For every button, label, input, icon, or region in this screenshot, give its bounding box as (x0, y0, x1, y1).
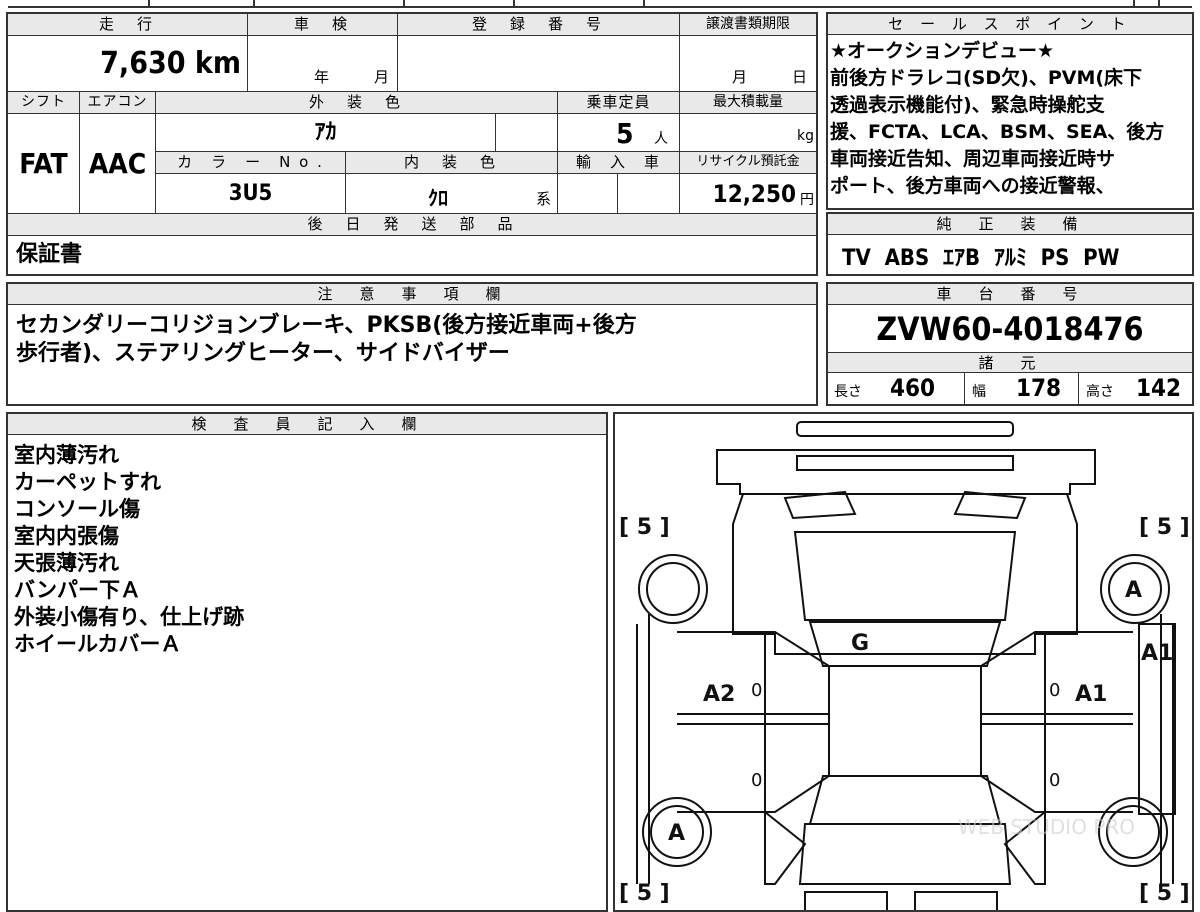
wheel-rear-left-grade: A (668, 821, 685, 846)
genuine-equipment-value: TV ABS ｴｱB ｱﾙﾐ PS PW (842, 246, 1120, 271)
interior-color-suffix: 系 (536, 190, 552, 208)
sales-point-line: 透過表示機能付)、緊急時操舵支 (830, 94, 1105, 116)
mileage-value: 7,630 km (8, 36, 248, 92)
sales-point-line: ポート、後方車両への接近警報、 (830, 175, 1115, 197)
exterior-color-value: ｱｶ (156, 114, 496, 152)
inspector-label: 検 査 員 記 入 欄 (8, 414, 606, 435)
mileage-label: 走 行 (8, 14, 248, 36)
width-label: 幅 (972, 384, 986, 400)
height-value: 142 (1136, 374, 1182, 402)
parts-value: 保証書 (16, 242, 83, 267)
inspector-line: 天張薄汚れ (14, 551, 119, 575)
inspection-value: 年 月 (248, 36, 398, 92)
recycle-label: リサイクル預託金 (680, 152, 816, 174)
genuine-equipment-box: 純 正 装 備 TV ABS ｴｱB ｱﾙﾐ PS PW (826, 212, 1194, 276)
notes-box: 注 意 事 項 欄 セカンダリーコリジョンブレーキ、PKSB(後方接近車両+後方… (6, 282, 818, 406)
exterior-color-extra (496, 114, 558, 152)
tire-label-front-right: [ 5 ] (1139, 515, 1190, 540)
color-no-value: 3U5 (156, 174, 346, 214)
inspector-line: カーペットすれ (14, 470, 161, 494)
exterior-color-label: 外 装 色 (156, 92, 558, 114)
import-value-a (558, 174, 618, 214)
transfer-value: 月 日 (680, 36, 816, 92)
chassis-number: ZVW60-4018476 (876, 310, 1144, 348)
inspection-label: 車 検 (248, 14, 398, 36)
capacity-unit: 人 (654, 131, 668, 147)
capacity-value: 5 (616, 117, 634, 150)
aircon-value: AAC (80, 114, 156, 214)
inspection-month-label: 月 (374, 68, 390, 86)
inspection-year-label: 年 (314, 68, 330, 86)
recycle-unit: 円 (800, 192, 814, 208)
inspector-line: 室内内張傷 (14, 524, 119, 548)
sales-point-line: 前後方ドラレコ(SD欠)、PVM(床下 (830, 67, 1143, 89)
sales-point-text: ★オークションデビュー★ 前後方ドラレコ(SD欠)、PVM(床下 透過表示機能付… (830, 38, 1192, 200)
max-load-value: kg (680, 114, 816, 152)
max-load-unit: kg (797, 128, 814, 144)
notes-label: 注 意 事 項 欄 (8, 284, 816, 305)
interior-color-label: 内 装 色 (346, 152, 558, 174)
tire-label-rear-left: [ 5 ] (619, 881, 670, 906)
interior-color-cell: ｸﾛ 系 (346, 174, 558, 214)
length-value: 460 (890, 374, 936, 402)
inspector-box: 検 査 員 記 入 欄 室内薄汚れ カーペットすれ コンソール傷 室内内張傷 天… (6, 412, 608, 912)
capacity-value-cell: 5 人 (558, 114, 680, 152)
sales-point-line: ★オークションデビュー★ (830, 40, 1055, 62)
top-strip (8, 0, 1192, 8)
recycle-value-cell: 12,250 円 (680, 174, 816, 214)
registration-label: 登 録 番 号 (398, 14, 680, 36)
wheel-front-right-grade: A (1125, 578, 1142, 603)
transfer-month-label: 月 (732, 68, 748, 86)
tire-label-front-left: [ 5 ] (619, 515, 670, 540)
aircon-label: エアコン (80, 92, 156, 114)
car-damage-diagram: WEB STUDIO PRO [ 5 ] [ 5 ] [ 5 ] [ 5 ] G… (619, 421, 1190, 910)
door-front-left-grade: A2 (703, 682, 735, 707)
vehicle-info-table: 走 行 車 検 登 録 番 号 譲渡書類期限 7,630 km 年 月 月 日 … (6, 12, 818, 276)
import-value-b (618, 174, 680, 214)
length-label: 長さ (834, 384, 862, 400)
genuine-equipment-label: 純 正 装 備 (828, 214, 1192, 235)
height-label: 高さ (1086, 384, 1114, 400)
recycle-fee: 12,250 (712, 180, 796, 208)
watermark: WEB STUDIO PRO (958, 815, 1135, 839)
sales-point-box: セ ー ル ス ポ イ ン ト ★オークションデビュー★ 前後方ドラレコ(SD欠… (826, 12, 1194, 210)
notes-text: セカンダリーコリジョンブレーキ、PKSB(後方接近車両+後方 歩行者)、ステアリ… (16, 312, 637, 368)
import-label: 輸 入 車 (558, 152, 680, 174)
door-front-right-grade: A1 (1075, 682, 1107, 707)
inspector-line: ホイールカバーＡ (14, 632, 182, 656)
inspector-notes: 室内薄汚れ カーペットすれ コンソール傷 室内内張傷 天張薄汚れ バンパー下Ａ … (14, 442, 244, 658)
registration-value (398, 36, 680, 92)
transfer-label: 譲渡書類期限 (680, 14, 816, 36)
specs-label: 諸 元 (828, 352, 1192, 373)
parts-label: 後 日 発 送 部 品 (8, 214, 816, 236)
interior-color-value: ｸﾛ (428, 186, 448, 210)
fender-right-grade: A1 (1141, 641, 1173, 666)
chassis-box: 車 台 番 号 ZVW60-4018476 諸 元 長さ 460 幅 178 高… (826, 282, 1194, 406)
car-diagram-box: WEB STUDIO PRO [ 5 ] [ 5 ] [ 5 ] [ 5 ] G… (613, 412, 1194, 912)
specs-row: 長さ 460 幅 178 高さ 142 (828, 373, 1192, 404)
sales-point-label: セ ー ル ス ポ イ ン ト (828, 14, 1192, 35)
shift-value: FAT (8, 114, 80, 214)
chassis-label: 車 台 番 号 (828, 284, 1192, 305)
transfer-day-label: 日 (792, 68, 808, 86)
inspector-line: 外装小傷有り、仕上げ跡 (14, 605, 245, 629)
windshield-grade: G (851, 631, 869, 656)
notes-line: セカンダリーコリジョンブレーキ、PKSB(後方接近車両+後方 (16, 313, 637, 338)
zero-marker: 0 (1049, 680, 1060, 701)
inspector-line: コンソール傷 (14, 497, 140, 521)
color-no-label: カ ラ ー N o . (156, 152, 346, 174)
sales-point-line: 援、FCTA、LCA、BSM、SEA、後方 (830, 121, 1165, 143)
notes-line: 歩行者)、ステアリングヒーター、サイドバイザー (16, 341, 510, 366)
max-load-label: 最大積載量 (680, 92, 816, 114)
zero-marker: 0 (1049, 770, 1060, 791)
zero-marker: 0 (751, 680, 762, 701)
sales-point-line: 車両接近告知、周辺車両接近時サ (830, 148, 1116, 170)
zero-marker: 0 (751, 770, 762, 791)
capacity-label: 乗車定員 (558, 92, 680, 114)
shift-label: シフト (8, 92, 80, 114)
inspector-line: 室内薄汚れ (14, 443, 119, 467)
tire-label-rear-right: [ 5 ] (1139, 881, 1190, 906)
inspector-line: バンパー下Ａ (14, 578, 142, 602)
width-value: 178 (1016, 374, 1062, 402)
